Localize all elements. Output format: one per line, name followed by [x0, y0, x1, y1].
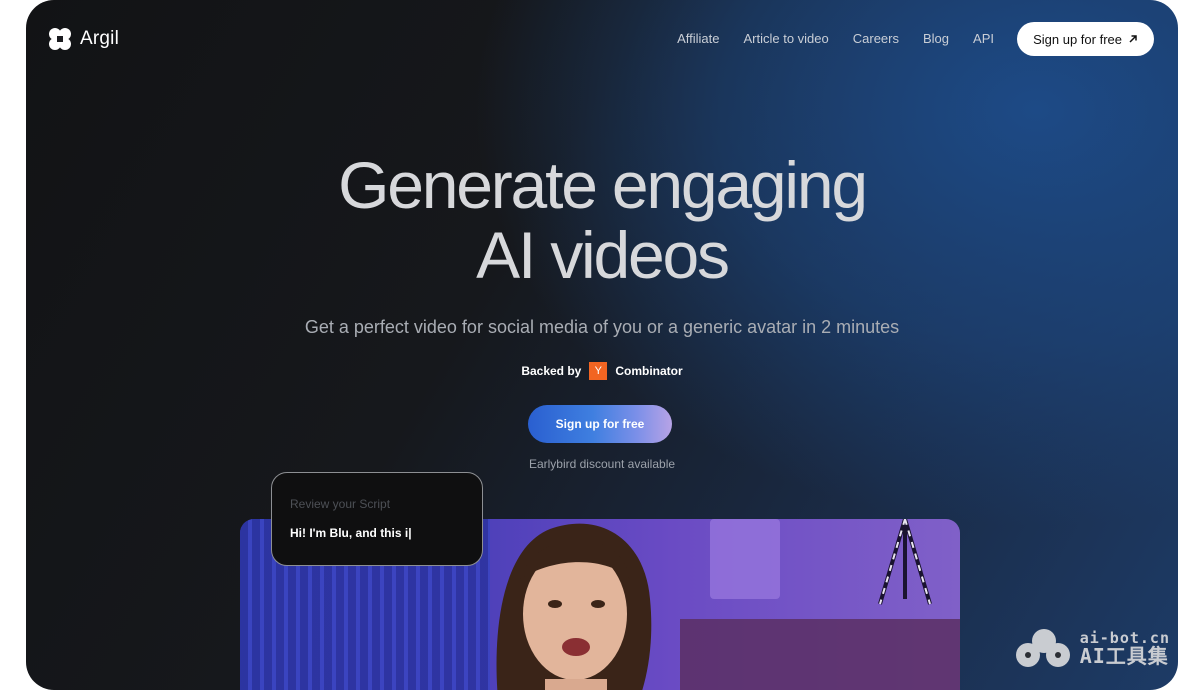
- nav-signup-button[interactable]: Sign up for free: [1017, 22, 1154, 56]
- video-lamp: [710, 519, 780, 599]
- watermark-line2: AI工具集: [1079, 644, 1169, 668]
- hero-title-line1: Generate engaging: [338, 148, 868, 222]
- nav-signup-label: Sign up for free: [1033, 31, 1122, 47]
- nav-link-affiliate[interactable]: Affiliate: [677, 31, 719, 46]
- backed-by-badge: Backed by Y Combinator: [26, 362, 1178, 380]
- hero-title-line2: AI videos: [476, 218, 730, 292]
- chat-bubbles-icon: [1015, 629, 1070, 667]
- tripod-icon: [878, 519, 932, 605]
- clover-logo-icon: [49, 28, 71, 50]
- brand-name: Argil: [80, 28, 120, 49]
- backed-by-label: Backed by: [521, 364, 582, 378]
- hero-title: Generate engaging AI videos: [26, 150, 1178, 290]
- page-frame: Argil Affiliate Article to video Careers…: [26, 0, 1178, 690]
- y-combinator-name: Combinator: [615, 364, 683, 378]
- nav-link-careers[interactable]: Careers: [853, 31, 899, 46]
- hero-signup-button[interactable]: Sign up for free: [528, 405, 672, 443]
- site-watermark: ai-bot.cn AI工具集: [1014, 627, 1170, 667]
- y-combinator-logo-icon: Y: [589, 362, 608, 380]
- arrow-up-right-icon: [1129, 35, 1137, 43]
- hero-subtitle: Get a perfect video for social media of …: [304, 317, 900, 337]
- nav-link-api[interactable]: API: [973, 31, 994, 46]
- nav-link-article-to-video[interactable]: Article to video: [743, 31, 828, 46]
- video-shelf: [680, 619, 960, 690]
- script-card-label: Review your Script: [290, 497, 391, 511]
- script-card-text: Hi! I'm Blu, and this i|: [290, 526, 412, 540]
- brand-logo[interactable]: Argil: [48, 27, 119, 51]
- avatar-presenter: [496, 523, 652, 690]
- nav-link-blog[interactable]: Blog: [923, 31, 949, 46]
- earlybird-note: Earlybird discount available: [528, 457, 676, 471]
- script-review-card[interactable]: Review your Script Hi! I'm Blu, and this…: [271, 472, 483, 566]
- main-nav: Affiliate Article to video Careers Blog …: [677, 31, 994, 46]
